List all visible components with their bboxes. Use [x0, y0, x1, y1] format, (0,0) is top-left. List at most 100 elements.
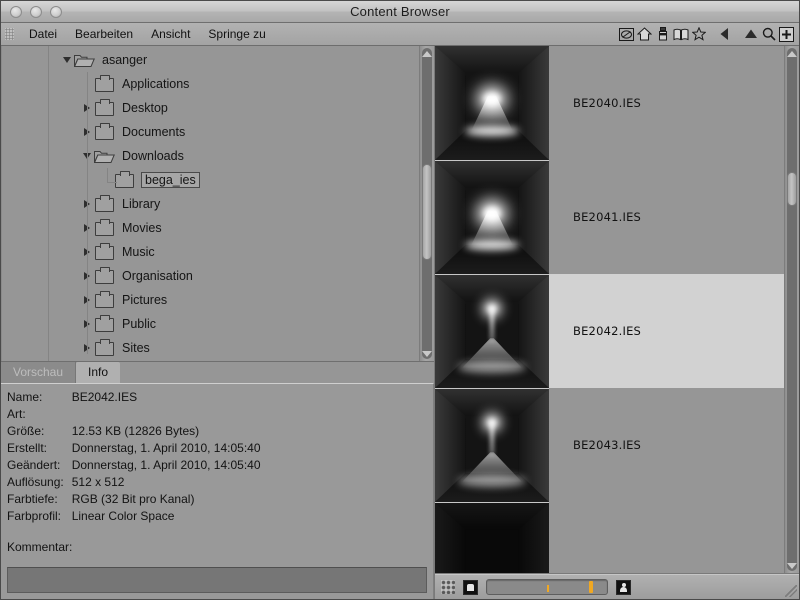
info-panel: Vorschau Info Name: BE2042.IES Art: Größe: 1…	[1, 362, 434, 599]
file-list-scrollbar-thumb[interactable]	[787, 172, 797, 206]
tree-item-organisation[interactable]: Organisation	[2, 264, 419, 288]
info-key: Größe:	[7, 424, 45, 438]
book-icon[interactable]	[672, 26, 689, 43]
tab-vorschau[interactable]: Vorschau	[1, 362, 77, 383]
tree-item-downloads[interactable]: Downloads	[2, 144, 419, 168]
comment-label: Kommentar:	[7, 540, 73, 554]
back-arrow-icon[interactable]	[716, 26, 733, 43]
tree-item-music[interactable]: Music	[2, 240, 419, 264]
file-thumbnail[interactable]	[435, 502, 549, 573]
menu-springe-zu[interactable]: Springe zu	[199, 25, 274, 43]
window-resize-grip-icon[interactable]	[785, 585, 797, 597]
info-key: Geändert:	[7, 458, 61, 472]
home-icon[interactable]	[636, 26, 653, 43]
tree-item-public[interactable]: Public	[2, 312, 419, 336]
folder-tree-container: asanger Applications Desktop Documents Downl…	[1, 46, 434, 362]
file-thumbnail[interactable]	[435, 388, 549, 502]
minimize-button[interactable]	[30, 5, 42, 18]
info-row: Geändert: Donnerstag, 1. April 2010, 14:0…	[7, 458, 261, 475]
menu-ansicht[interactable]: Ansicht	[142, 25, 199, 43]
tree-item-asanger[interactable]: asanger	[2, 48, 419, 72]
file-list-scroll-up-icon[interactable]	[785, 47, 799, 60]
menu-bearbeiten[interactable]: Bearbeiten	[66, 25, 142, 43]
tree-item-label: Library	[122, 197, 161, 211]
file-list-item[interactable]	[435, 502, 784, 573]
tree-item-label: Downloads	[122, 149, 184, 163]
file-name-label: BE2042.IES	[573, 324, 642, 338]
folder-closed-icon	[94, 75, 116, 92]
tree-scroll-down-icon[interactable]	[420, 347, 434, 360]
info-row: Erstellt: Donnerstag, 1. April 2010, 14:0…	[7, 441, 261, 458]
file-list-item[interactable]: BE2042.IES	[435, 274, 784, 388]
info-value: Linear Color Space	[71, 509, 175, 523]
tree-item-label: bega_ies	[141, 172, 200, 188]
tree-item-bega_ies[interactable]: bega_ies	[2, 168, 419, 192]
slider-tick-icon	[547, 585, 549, 592]
tree-item-label: Organisation	[122, 269, 193, 283]
info-value: Donnerstag, 1. April 2010, 14:05:40	[71, 441, 261, 455]
slider-handle[interactable]	[588, 581, 593, 593]
menubar-grip-icon[interactable]	[5, 28, 14, 40]
info-row: Auflösung: 512 x 512	[7, 475, 261, 492]
zoom-button[interactable]	[50, 5, 62, 18]
folder-open-icon	[74, 52, 96, 68]
file-thumbnail[interactable]	[435, 274, 549, 388]
tree-scroll-up-icon[interactable]	[420, 47, 434, 60]
file-list-container: BE2040.IES BE2041.IES BE2042.IES BE2043.IES	[435, 46, 799, 574]
file-thumbnail[interactable]	[435, 46, 549, 160]
tree-item-applications[interactable]: Applications	[2, 72, 419, 96]
ies-preview-render	[435, 275, 549, 388]
comment-input[interactable]	[7, 567, 427, 593]
tree-connector-line	[87, 72, 88, 354]
file-list-item[interactable]: BE2043.IES	[435, 388, 784, 502]
right-pane: BE2040.IES BE2041.IES BE2042.IES BE2043.IES	[435, 46, 799, 599]
tree-scrollbar-thumb[interactable]	[422, 164, 432, 260]
folder-closed-icon	[94, 291, 116, 308]
close-button[interactable]	[10, 5, 22, 18]
tree-item-library[interactable]: Library	[2, 192, 419, 216]
ies-preview-render	[435, 389, 549, 502]
search-icon[interactable]	[760, 26, 777, 43]
file-list-scrollbar-track[interactable]	[787, 48, 797, 571]
file-thumbnail[interactable]	[435, 160, 549, 274]
bottle-icon[interactable]	[654, 26, 671, 43]
info-body: Name: BE2042.IES Art: Größe: 12.53 KB (12826…	[1, 383, 434, 599]
plus-button-icon[interactable]	[778, 26, 795, 43]
disclosure-down-icon[interactable]	[60, 48, 74, 72]
info-row: Name: BE2042.IES	[7, 390, 261, 407]
no-entry-icon[interactable]	[618, 26, 635, 43]
tree-item-label: Music	[122, 245, 155, 259]
tree-item-label: Documents	[122, 125, 186, 139]
window-controls	[10, 5, 62, 18]
info-field-list: Name: BE2042.IES Art: Größe: 12.53 KB (12826…	[7, 390, 261, 526]
folder-closed-icon	[94, 315, 116, 332]
file-list-scrollbar-vertical[interactable]	[784, 46, 799, 573]
ies-preview-render	[435, 503, 549, 573]
small-preview-icon[interactable]	[463, 579, 478, 595]
thumbnail-size-slider[interactable]	[486, 579, 608, 595]
tree-item-desktop[interactable]: Desktop	[2, 96, 419, 120]
tree-item-sites[interactable]: Sites	[2, 336, 419, 360]
star-icon[interactable]	[690, 26, 707, 43]
tree-item-movies[interactable]: Movies	[2, 216, 419, 240]
menu-datei[interactable]: Datei	[20, 25, 66, 43]
tree-item-documents[interactable]: Documents	[2, 120, 419, 144]
grip-dots-icon[interactable]	[441, 580, 455, 594]
ies-preview-render	[435, 161, 549, 274]
tree-connector-line-root	[48, 46, 49, 361]
tree-item-pictures[interactable]: Pictures	[2, 288, 419, 312]
folder-closed-icon	[114, 171, 136, 188]
titlebar[interactable]: Content Browser	[1, 1, 799, 23]
folder-closed-icon	[94, 99, 116, 116]
up-arrow-icon[interactable]	[742, 26, 759, 43]
file-list-scroll-down-icon[interactable]	[785, 559, 799, 572]
file-list-item[interactable]: BE2041.IES	[435, 160, 784, 274]
file-list[interactable]: BE2040.IES BE2041.IES BE2042.IES BE2043.IES	[435, 46, 784, 573]
large-preview-icon[interactable]	[616, 579, 631, 595]
window-title: Content Browser	[350, 4, 450, 19]
tab-info[interactable]: Info	[76, 362, 121, 383]
ies-preview-render	[435, 46, 549, 160]
tree-scrollbar-vertical[interactable]	[419, 46, 434, 361]
file-list-item[interactable]: BE2040.IES	[435, 46, 784, 160]
folder-tree[interactable]: asanger Applications Desktop Documents Downl…	[1, 46, 419, 361]
